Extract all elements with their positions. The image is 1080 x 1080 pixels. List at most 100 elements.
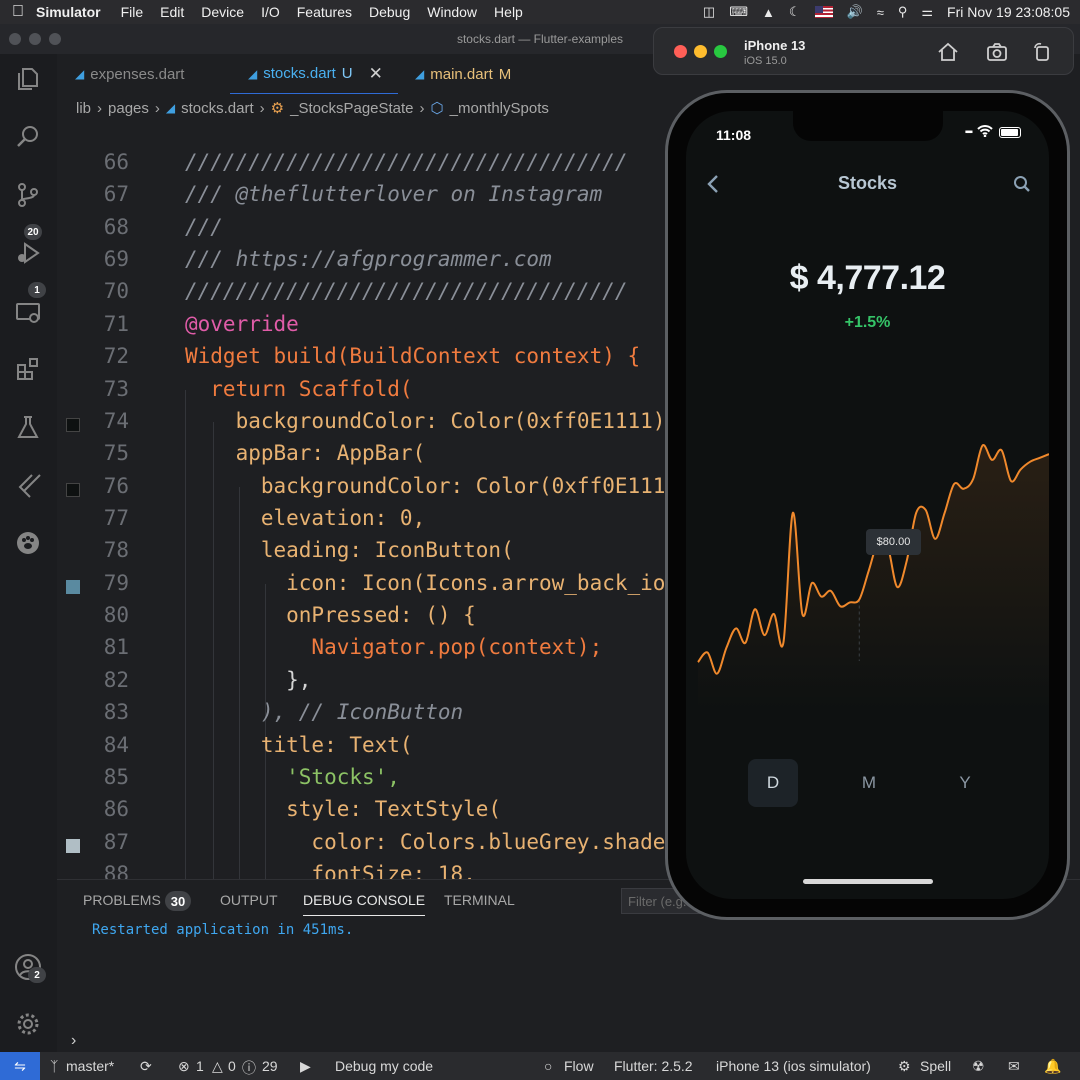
warning-icon[interactable]: △ — [212, 1058, 223, 1075]
simulator-minimize-button[interactable] — [694, 45, 707, 58]
period-button-day[interactable]: D — [748, 759, 798, 807]
search-icon[interactable] — [13, 122, 43, 152]
simulator-zoom-button[interactable] — [714, 45, 727, 58]
debug-run-icon[interactable]: ▶ — [300, 1058, 311, 1075]
breadcrumb-item[interactable]: pages — [108, 100, 149, 117]
remote-explorer-icon[interactable] — [13, 298, 43, 328]
spotlight-search-icon[interactable]: ⚲ — [898, 4, 908, 20]
code-line: 81 Navigator.pop(context); — [103, 635, 603, 659]
explorer-icon[interactable] — [13, 64, 43, 94]
code-line: 73 return Scaffold( — [103, 377, 413, 401]
breadcrumb-item[interactable]: _monthlySpots — [450, 100, 549, 117]
tab-main-dart[interactable]: ◢ main.dart M — [415, 54, 511, 94]
tab-git-status: U — [341, 65, 353, 82]
phone-screen[interactable]: 11:08 ▪▪▪▪ Stocks $ 4,777.12 +1.5% $80.0… — [686, 111, 1049, 899]
screenshot-camera-icon[interactable] — [985, 40, 1009, 64]
chart-point — [1000, 448, 1004, 452]
settings-gear-icon[interactable] — [13, 1009, 43, 1039]
input-source-flag-icon[interactable] — [814, 6, 833, 18]
chart-point — [933, 537, 937, 541]
git-branch[interactable]: master* — [66, 1058, 114, 1074]
code-line: 76 backgroundColor: Color(0xff0E1111), — [57, 474, 667, 506]
error-count[interactable]: 1 — [196, 1058, 204, 1074]
code-line: 80 onPressed: () { — [103, 603, 476, 627]
menu-edit[interactable]: Edit — [160, 4, 184, 20]
code-line: 78 leading: IconButton( — [103, 538, 514, 562]
sync-icon[interactable]: ⟳ — [140, 1058, 152, 1075]
menu-file[interactable]: File — [121, 4, 144, 20]
error-icon[interactable]: ⊗ — [178, 1058, 190, 1075]
spell-status[interactable]: Spell — [920, 1058, 951, 1074]
target-device[interactable]: iPhone 13 (ios simulator) — [716, 1058, 871, 1074]
menu-help[interactable]: Help — [494, 4, 523, 20]
period-button-month[interactable]: M — [844, 759, 894, 807]
tab-stocks-dart[interactable]: ◢ stocks.dart U ✕ — [230, 54, 398, 94]
chart-point — [715, 672, 719, 676]
code-line: 86 style: TextStyle( — [103, 797, 502, 821]
copilot-icon[interactable]: ☢ — [972, 1058, 985, 1075]
apple-logo-icon[interactable]:  — [0, 3, 36, 21]
menu-features[interactable]: Features — [297, 4, 352, 20]
breadcrumb-item[interactable]: lib — [76, 100, 91, 117]
chart-point — [753, 607, 757, 611]
status-bar: ⇋ ᛉ master* ⟳ ⊗ 1 △ 0 ⓘ 29 ▶ Debug my co… — [0, 1052, 1080, 1080]
info-icon[interactable]: ⓘ — [242, 1058, 256, 1078]
code-line: 85 'Stocks', — [103, 765, 400, 789]
code-line: 71 @override — [103, 312, 299, 336]
wifi-icon[interactable]: ≈ — [877, 5, 884, 20]
console-prompt-chevron-icon[interactable]: › — [71, 1032, 76, 1050]
rotate-device-icon[interactable] — [1030, 40, 1054, 64]
dropbox-icon[interactable]: ▲ — [762, 5, 775, 20]
home-button-icon[interactable] — [936, 40, 960, 64]
menu-device[interactable]: Device — [201, 4, 244, 20]
keyboard-icon[interactable]: ⌨ — [729, 4, 748, 20]
chart-point — [952, 482, 956, 486]
menu-app-name[interactable]: Simulator — [36, 4, 101, 20]
menubar-datetime[interactable]: Fri Nov 19 23:08:05 — [947, 4, 1070, 20]
tab-expenses-dart[interactable]: ◢ expenses.dart — [75, 54, 184, 94]
moon-icon[interactable]: ☾ — [789, 4, 801, 20]
chart-point — [924, 508, 928, 512]
testing-flask-icon[interactable] — [13, 412, 43, 442]
chevron-right-icon: › — [419, 99, 425, 117]
menu-window[interactable]: Window — [427, 4, 477, 20]
tab-close-icon[interactable]: ✕ — [369, 64, 383, 84]
simulator-close-button[interactable] — [674, 45, 687, 58]
breadcrumb-item[interactable]: stocks.dart — [181, 100, 254, 117]
run-debug-icon[interactable] — [13, 238, 43, 268]
volume-icon[interactable]: 🔊 — [847, 4, 863, 20]
code-editor[interactable]: 66/////////////////////////////////// 67… — [57, 124, 667, 879]
wifi-icon — [977, 125, 993, 140]
period-button-year[interactable]: Y — [940, 759, 990, 807]
paw-extension-icon[interactable] — [13, 528, 43, 558]
control-center-icon[interactable]: ⚌ — [921, 4, 933, 20]
flutter-icon[interactable] — [13, 470, 43, 500]
remote-indicator-icon[interactable]: ⇋ — [0, 1052, 40, 1080]
panel-tab-debug-console[interactable]: DEBUG CONSOLE — [303, 892, 426, 916]
status-time: 11:08 — [716, 127, 752, 143]
info-count[interactable]: 29 — [262, 1058, 278, 1074]
code-line: 77 elevation: 0, — [103, 506, 426, 530]
feedback-icon[interactable]: ✉ — [1008, 1058, 1020, 1075]
breadcrumb-item[interactable]: _StocksPageState — [290, 100, 413, 117]
warning-count[interactable]: 0 — [228, 1058, 236, 1074]
phone-notch — [793, 111, 943, 141]
panel-tab-problems[interactable]: PROBLEMS — [83, 892, 161, 908]
flutter-version[interactable]: Flutter: 2.5.2 — [614, 1058, 693, 1074]
class-symbol-icon: ⚙ — [270, 100, 285, 117]
extensions-icon[interactable] — [13, 354, 43, 384]
battery-icon — [999, 127, 1021, 138]
chart-point — [734, 626, 738, 630]
search-icon[interactable] — [1007, 169, 1037, 199]
notifications-bell-icon[interactable]: 🔔 — [1044, 1058, 1061, 1075]
flow-status[interactable]: Flow — [564, 1058, 594, 1074]
debug-config-label[interactable]: Debug my code — [335, 1058, 433, 1074]
stock-line-chart[interactable] — [686, 411, 1049, 711]
app-bar-title: Stocks — [837, 173, 898, 193]
panel-tab-output[interactable]: OUTPUT — [220, 892, 278, 908]
source-control-icon[interactable] — [13, 180, 43, 210]
menu-io[interactable]: I/O — [261, 4, 280, 20]
menu-debug[interactable]: Debug — [369, 4, 410, 20]
panel-tab-terminal[interactable]: TERMINAL — [444, 892, 515, 908]
screen-mirror-icon[interactable]: ◫ — [703, 4, 715, 20]
